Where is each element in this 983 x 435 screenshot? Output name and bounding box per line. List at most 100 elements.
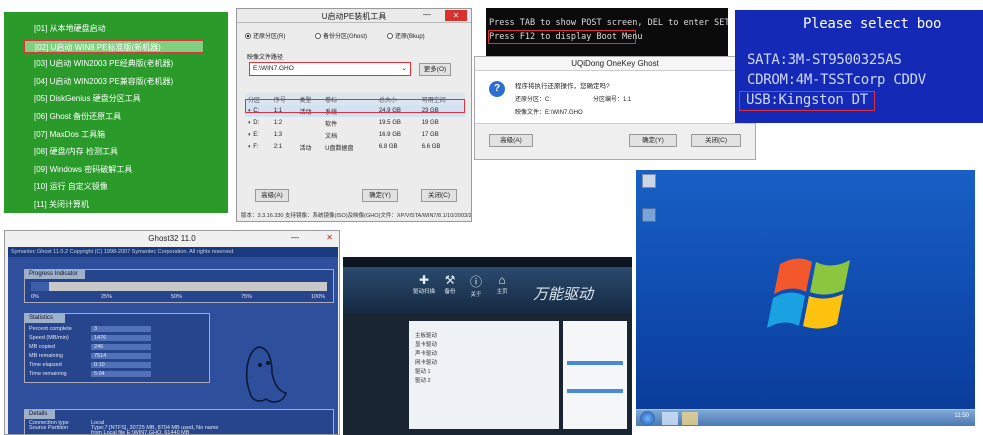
windows7-desktop: 11:50 <box>636 170 975 426</box>
details-box: Details Connection type Local Source Parti… <box>24 409 334 435</box>
table-row[interactable]: ◐ D: 1:2 软件 19.5 GB 19 GB <box>245 117 465 129</box>
stat-label: Percent complete <box>29 326 72 332</box>
boot-menu-item[interactable]: [10] 运行 自定义镜像 <box>34 180 108 193</box>
dialog-confirm-button[interactable]: 确定(Y) <box>629 134 677 147</box>
progress-tick: 100% <box>311 294 326 300</box>
boot-menu-item[interactable]: [06] Ghost 备份还原工具 <box>34 110 121 123</box>
stat-label: Speed (MB/min) <box>29 335 69 341</box>
progress-track <box>31 282 327 291</box>
stat-value: 246 <box>91 344 151 350</box>
close-icon[interactable]: ✕ <box>445 10 467 21</box>
recycle-bin-icon[interactable] <box>642 208 656 222</box>
driver-nav-button[interactable]: ⌂ 主页 <box>491 273 513 305</box>
table-cell: 16.9 GB <box>378 132 401 138</box>
detail-value: from Local file E:\WIN7.GHO, 61440 MB <box>91 430 190 435</box>
partition-number-text: 分区编号：1:1 <box>593 97 632 103</box>
browse-button[interactable]: 更多(O) <box>419 63 451 76</box>
image-file-input[interactable]: E:\WIN7.GHO ⌄ <box>249 62 411 76</box>
driver-list-item[interactable]: 网卡驱动 <box>415 358 437 366</box>
table-cell <box>296 117 322 129</box>
driver-nav-icon: ⚒ <box>444 273 456 287</box>
ghost-banner: Symantec Ghost 11.0.2 Copyright (C) 1998… <box>8 247 338 257</box>
radio-restore[interactable]: 还原分区(R) <box>245 31 285 40</box>
boot-menu-item[interactable]: [09] Windows 密码破解工具 <box>34 163 132 176</box>
close-button[interactable]: 关闭(C) <box>421 189 457 202</box>
progress-tick: 75% <box>241 294 253 300</box>
table-row[interactable]: ◐ F: 2:1 活动 U盘数据盘 6.8 GB 6.6 GB <box>245 141 465 153</box>
boot-menu-item[interactable]: [01] 从本地硬盘启动 <box>34 22 106 35</box>
chevron-down-icon[interactable]: ⌄ <box>402 63 407 74</box>
table-cell: ◐ D: <box>245 117 271 129</box>
driver-list-item[interactable]: 驱动 2 <box>415 376 431 384</box>
taskbar-clock: 11:50 <box>954 413 969 419</box>
driver-list-item[interactable]: 显卡驱动 <box>415 340 437 348</box>
driver-info-pane <box>563 321 627 429</box>
driver-nav-label: 主页 <box>496 289 508 295</box>
drive-letter: F: <box>253 144 259 150</box>
close-icon[interactable]: ✕ <box>326 233 333 242</box>
taskbar-ie-icon[interactable] <box>662 412 678 425</box>
taskbar: 11:50 <box>636 409 975 426</box>
boot-menu-item[interactable]: [08] 硬盘/内存 检测工具 <box>34 145 118 158</box>
selected-row-highlight <box>245 99 465 113</box>
pe-installer-window: U启动PE装机工具 — ✕ 还原分区(R) 备份分区(Ghost) 还原(Bku… <box>236 8 472 222</box>
computer-icon[interactable] <box>642 174 656 188</box>
stat-value: 1476 <box>91 335 151 341</box>
table-cell: 文档 <box>325 133 338 140</box>
driver-list-item[interactable]: 声卡驱动 <box>415 349 437 357</box>
boot-menu-item[interactable]: [04] U启动 WIN2003 PE兼容版(老机器) <box>34 75 173 88</box>
post-screen: Press TAB to show POST screen, DEL to en… <box>486 8 728 56</box>
pe-window-title: U启动PE装机工具 <box>321 12 387 21</box>
taskbar-folder-icon[interactable] <box>682 412 698 425</box>
table-cell: ◐ E: <box>245 129 271 141</box>
boot-option-usb[interactable]: USB:Kingston DT <box>739 91 875 111</box>
start-button[interactable] <box>640 411 655 426</box>
driver-list-item[interactable]: 主板驱动 <box>415 331 437 339</box>
radio-bkup[interactable]: 还原(Bkup) <box>387 31 425 40</box>
boot-menu-item[interactable]: [02] U启动 WIN8 PE标准版(新机器) <box>24 39 204 53</box>
boot-option-sata[interactable]: SATA:3M-ST9500325AS <box>747 52 902 68</box>
stat-value: 5:04 <box>91 371 151 377</box>
statistics-label: Statistics <box>25 314 65 323</box>
table-row[interactable]: ◐ E: 1:3 文档 16.9 GB 17 GB <box>245 129 465 141</box>
radio-backup[interactable]: 备份分区(Ghost) <box>315 31 367 40</box>
table-cell: 17 GB <box>421 132 439 138</box>
minimize-icon[interactable]: — <box>423 10 431 19</box>
stat-value: 7514 <box>91 353 151 359</box>
ghost-screen: Symantec Ghost 11.0.2 Copyright (C) 1998… <box>8 247 338 435</box>
boot-menu-item[interactable]: [11] 关闭计算机 <box>34 198 89 211</box>
driver-list-pane: 主板驱动 显卡驱动 声卡驱动 网卡驱动 驱动 1 驱动 2 <box>409 321 559 429</box>
boot-option-cdrom[interactable]: CDROM:4M-TSSTcorp CDDV <box>747 72 926 88</box>
post-line-2: Press F12 to display Boot Menu <box>489 32 643 42</box>
stat-label: Time elapsed <box>29 362 62 368</box>
driver-nav-label: 关于 <box>470 292 482 298</box>
driver-nav-icon: ⓘ <box>469 275 482 289</box>
progress-tick: 25% <box>101 294 113 300</box>
image-file-label: 映像文件路径 <box>247 55 284 61</box>
advanced-button[interactable]: 高级(A) <box>255 189 289 202</box>
confirm-button[interactable]: 确定(Y) <box>362 189 398 202</box>
stat-value: 3 <box>91 326 151 332</box>
table-cell: 19 GB <box>421 120 439 126</box>
dialog-button-bar: 高级(A) 确定(Y) 关闭(C) <box>475 123 755 159</box>
boot-menu-item[interactable]: [03] U启动 WIN2003 PE经典版(老机器) <box>34 57 173 70</box>
driver-title-bar <box>343 257 632 267</box>
dialog-close-button[interactable]: 关闭(C) <box>691 134 741 147</box>
boot-menu-item[interactable]: [07] MaxDos 工具箱 <box>34 128 105 141</box>
question-icon: ? <box>489 81 505 97</box>
driver-tool-window: ✚ 驱动扫描 ⚒ 备份 ⓘ 关于 ⌂ 主页 万能驱动 主板驱动 显卡驱动 声卡驱动 网卡驱动 驱动 1… <box>343 257 632 435</box>
table-cell <box>296 129 322 141</box>
minimize-icon[interactable]: — <box>291 233 299 242</box>
dialog-advanced-button[interactable]: 高级(A) <box>489 134 533 147</box>
stat-value: 0:10 <box>91 362 151 368</box>
driver-nav-button[interactable]: ⓘ 关于 <box>465 273 487 305</box>
boot-menu-item[interactable]: [05] DiskGenius 硬盘分区工具 <box>34 92 141 105</box>
driver-nav-button[interactable]: ✚ 驱动扫描 <box>413 273 435 305</box>
progress-tick: 50% <box>171 294 183 300</box>
table-cell: 19.5 GB <box>378 120 401 126</box>
drive-letter: D: <box>253 120 260 126</box>
driver-nav-button[interactable]: ⚒ 备份 <box>439 273 461 305</box>
driver-list-item[interactable]: 驱动 1 <box>415 367 431 375</box>
table-cell: 6.8 GB <box>378 144 398 150</box>
pe-title-bar: U启动PE装机工具 — ✕ <box>237 9 471 23</box>
